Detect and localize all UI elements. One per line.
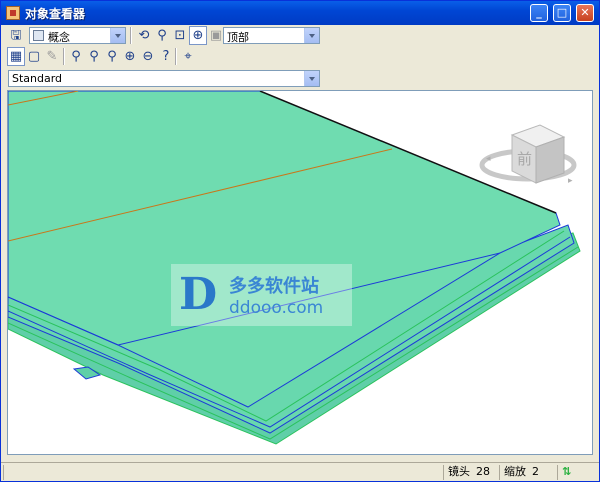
free-orbit-icon[interactable]: ⊕ xyxy=(189,26,207,45)
zoom-in-icon[interactable]: ⊕ xyxy=(121,47,139,66)
status-bar: 镜头 28 缩放 2 ⇅ xyxy=(1,462,599,481)
zoom-extents-icon[interactable]: ⚲ xyxy=(103,47,121,66)
zoom-window-icon[interactable]: ⊡ xyxy=(171,26,189,45)
watermark: D 多多软件站 ddooo.com xyxy=(171,264,352,326)
box-icon[interactable]: ▢ xyxy=(25,47,43,66)
view-cube[interactable]: 前 ◂ ▸ xyxy=(479,124,577,186)
lens-value: 28 xyxy=(476,465,490,478)
light-icon[interactable]: ✎ xyxy=(43,47,61,66)
zoom-realtime-icon[interactable]: ⚲ xyxy=(67,47,85,66)
view-value: 顶部 xyxy=(227,31,249,44)
watermark-brand: 多多软件站 xyxy=(229,276,319,297)
named-view-value: Standard xyxy=(12,72,63,85)
svg-text:▸: ▸ xyxy=(568,176,573,186)
maximize-button[interactable]: □ xyxy=(553,4,571,22)
status-zoom: 缩放 2 xyxy=(499,465,555,480)
toolbar-separator xyxy=(130,27,132,44)
visual-style-value: 概念 xyxy=(48,31,70,44)
status-lens: 镜头 28 xyxy=(443,465,497,480)
watermark-logo: D xyxy=(179,269,218,320)
chevron-down-icon[interactable] xyxy=(110,28,125,43)
view-cube-toggle-icon[interactable]: ▦ xyxy=(7,47,25,66)
object-viewer-window: 对象查看器 _ □ ✕ 🖫 概念 ⟲ ⚲ ⊡ ⊕ ▣ 顶部 ▦ ▢ ✎ ⚲ ⚲ … xyxy=(0,0,600,482)
window-title: 对象查看器 xyxy=(25,7,86,21)
target-icon[interactable]: ⌖ xyxy=(179,47,197,66)
status-message xyxy=(3,465,443,480)
named-view-select[interactable]: Standard xyxy=(8,70,320,87)
save-icon[interactable]: 🖫 xyxy=(7,26,25,45)
zoom-previous-icon[interactable]: ⚲ xyxy=(85,47,103,66)
watermark-url: ddooo.com xyxy=(229,298,324,318)
toolbar-separator xyxy=(63,48,65,65)
visual-style-select[interactable]: 概念 xyxy=(29,27,126,44)
svg-text:◂: ◂ xyxy=(486,154,491,164)
toolbar-middle: ▦ ▢ ✎ ⚲ ⚲ ⚲ ⊕ ⊖ ? ⌖ xyxy=(5,46,595,68)
view-select[interactable]: 顶部 xyxy=(223,27,320,44)
chevron-down-icon[interactable] xyxy=(304,28,319,43)
title-bar[interactable]: 对象查看器 _ □ ✕ xyxy=(1,1,599,25)
status-indicator-icon[interactable]: ⇅ xyxy=(557,465,597,480)
close-button[interactable]: ✕ xyxy=(576,4,594,22)
view-cube-face-label: 前 xyxy=(517,150,532,168)
toolbar-separator xyxy=(175,48,177,65)
orbit-icon[interactable]: ⟲ xyxy=(135,26,153,45)
zoom-icon[interactable]: ⚲ xyxy=(153,26,171,45)
zoom-help-icon[interactable]: ? xyxy=(157,47,175,66)
zoom-value: 2 xyxy=(532,465,539,478)
lens-label: 镜头 xyxy=(448,465,470,478)
chevron-down-icon[interactable] xyxy=(304,71,319,86)
minimize-button[interactable]: _ xyxy=(530,4,548,22)
app-icon[interactable] xyxy=(6,6,20,20)
zoom-label: 缩放 xyxy=(504,465,526,478)
visual-style-icon xyxy=(33,30,44,41)
zoom-out-icon[interactable]: ⊖ xyxy=(139,47,157,66)
toolbar-top: 🖫 概念 ⟲ ⚲ ⊡ ⊕ ▣ 顶部 xyxy=(5,25,595,47)
